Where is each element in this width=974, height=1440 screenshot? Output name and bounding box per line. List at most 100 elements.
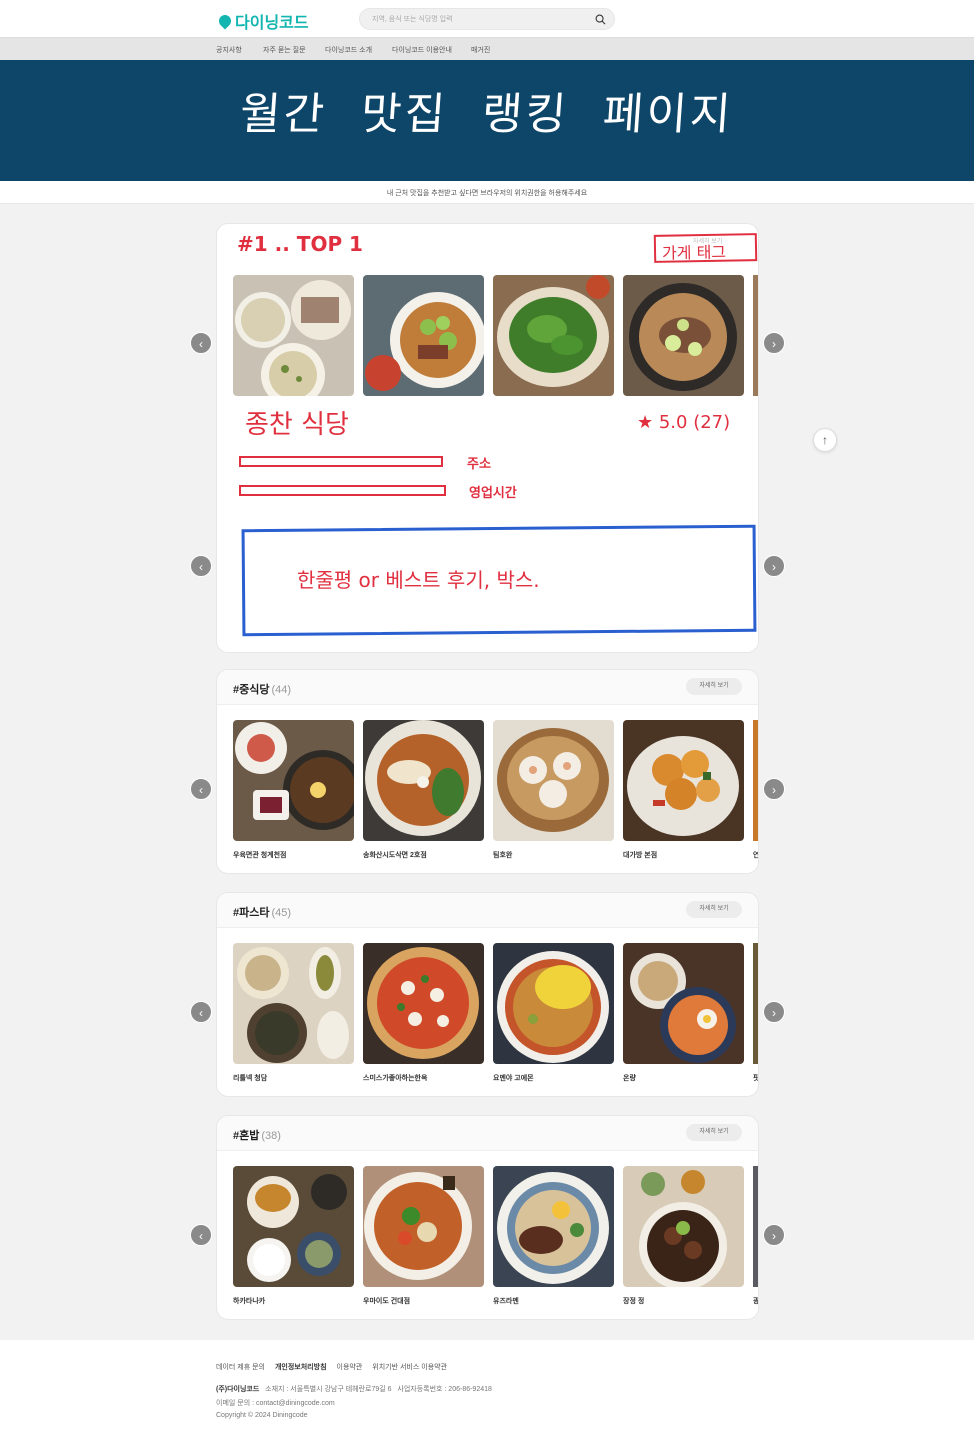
footer-link-data[interactable]: 데이터 제휴 문의 [216,1362,265,1372]
site-header: 다이닝코드 [0,0,974,37]
next-photo-peek [753,720,758,841]
restaurant-name[interactable]: 우육면관 청계천점 [233,850,286,860]
carousel-prev-button[interactable]: ‹ [190,555,212,577]
food-photo[interactable] [623,943,744,1064]
site-footer: 데이터 제휴 문의 개인정보처리방침 이용약관 위치기반 서비스 이용약관 (주… [0,1340,974,1440]
food-photo[interactable] [493,275,614,396]
top1-sketch-card: #1 .. TOP 1 자세히 보기 가게 태그 종찬 식당 ★ 5.0 (27… [216,223,759,653]
nav-about[interactable]: 다이닝코드 소개 [325,45,372,55]
carousel-prev-button[interactable]: ‹ [190,778,212,800]
nav-notice[interactable]: 공지사항 [216,45,242,55]
logo-pin-icon [216,12,234,30]
more-button[interactable]: 자세히 보기 [686,678,742,695]
restaurant-name[interactable]: 온량 [623,1073,636,1083]
carousel-next-button[interactable]: › [763,1224,785,1246]
card-title: #중식당 (44) [233,684,292,696]
category-card-chinese: #중식당 (44) 자세히 보기 우육면관 청계천점 송화산시도삭면 2호점 팀호… [216,669,759,874]
footer-company: (주)다이닝코드 [216,1386,260,1393]
banner-word: 페이지 [601,89,736,140]
restaurant-rating: ★ 5.0 (27) [637,412,731,433]
location-notice: 내 근처 맛집을 추천받고 싶다면 브라우저의 위치권한을 허용해주세요 [0,181,974,204]
restaurant-name[interactable]: 유즈라멘 [493,1296,519,1306]
next-photo-peek [753,943,758,1064]
food-photo[interactable] [233,943,354,1064]
footer-links: 데이터 제휴 문의 개인정보처리방침 이용약관 위치기반 서비스 이용약관 [216,1362,447,1372]
food-photo[interactable] [233,1166,354,1287]
category-card-pasta: #파스타 (45) 자세히 보기 리틀넥 청담 스미스가좋아하는한옥 요멘야 고에… [216,892,759,1097]
restaurant-name[interactable]: 송화산시도삭면 2호점 [363,850,427,860]
nav-faq[interactable]: 자주 묻는 질문 [263,45,306,55]
restaurant-name[interactable]: 연 [753,850,758,860]
carousel-next-button[interactable]: › [763,778,785,800]
card-header: #중식당 (44) 자세히 보기 [217,670,758,705]
card-count: (45) [271,907,292,919]
footer-copyright: Copyright © 2024 Diningcode [216,1412,308,1419]
restaurant-name[interactable]: 리틀넥 청담 [233,1073,267,1083]
footer-address: 소재지 : 서울특별시 강남구 테헤란로79길 6 [265,1386,392,1393]
next-photo-peek [753,275,758,396]
food-photo[interactable] [493,1166,614,1287]
food-photo[interactable] [493,943,614,1064]
card-title: #혼밥 (38) [233,1130,281,1142]
scroll-top-button[interactable]: ↑ [813,428,837,452]
nav-magazine[interactable]: 매거진 [471,45,490,55]
restaurant-name[interactable]: 장정 정 [623,1296,644,1306]
food-photo[interactable] [363,275,484,396]
tag-box: 가게 태그 [653,233,758,263]
banner-title: 월간 맛집 랭킹 페이지 [0,78,974,142]
restaurant-name[interactable]: 팀호완 [493,850,512,860]
hours-line-placeholder [239,485,446,496]
food-photo[interactable] [363,720,484,841]
review-box-label: 한줄평 or 베스트 후기, 박스. [297,568,540,592]
food-photo[interactable] [623,720,744,841]
carousel-prev-button[interactable]: ‹ [190,1001,212,1023]
top-nav: 공지사항 자주 묻는 질문 다이닝코드 소개 다이닝코드 이용안내 매거진 [0,37,974,60]
restaurant-name[interactable]: 스미스가좋아하는한옥 [363,1073,427,1083]
footer-link-privacy[interactable]: 개인정보처리방침 [275,1362,327,1372]
footer-biz-no: 사업자등록번호 : 206-86-92418 [397,1386,492,1393]
restaurant-name[interactable]: 우마이도 건대점 [363,1296,410,1306]
restaurant-name[interactable]: 요멘야 고에몬 [493,1073,534,1083]
search-icon[interactable] [595,14,606,25]
footer-link-terms[interactable]: 이용약관 [337,1362,363,1372]
restaurant-name[interactable]: 하카타나카 [233,1296,265,1306]
banner-word: 맛집 [359,89,450,140]
restaurant-name[interactable]: 핏 [753,1073,758,1083]
nav-guide[interactable]: 다이닝코드 이용안내 [392,45,452,55]
tag-box-label: 가게 태그 [661,242,727,263]
address-line-placeholder [239,456,443,467]
next-photo-peek [753,1166,758,1287]
restaurant-name[interactable]: 광 [753,1296,758,1306]
footer-email: 이메일 문의 : contact@diningcode.com [216,1400,335,1407]
food-photo[interactable] [623,275,744,396]
carousel-next-button[interactable]: › [763,555,785,577]
card-count: (38) [261,1130,281,1142]
card-header: #파스타 (45) 자세히 보기 [217,893,758,928]
address-label: 주소 [467,457,491,472]
footer-company-info: (주)다이닝코드 소재지 : 서울특별시 강남구 테헤란로79길 6 사업자등록… [216,1384,492,1394]
search-input[interactable] [372,12,582,26]
food-photo[interactable] [363,943,484,1064]
food-photo[interactable] [623,1166,744,1287]
food-photo[interactable] [363,1166,484,1287]
logo[interactable]: 다이닝코드 [216,9,309,33]
footer-link-location-terms[interactable]: 위치기반 서비스 이용약관 [372,1362,447,1372]
card-title: #파스타 (45) [233,907,292,919]
more-button[interactable]: 자세히 보기 [686,901,742,918]
food-photo[interactable] [233,720,354,841]
category-card-solo: #혼밥 (38) 자세히 보기 하카타나카 우마이도 건대점 유즈라멘 장정 정 … [216,1115,759,1320]
carousel-prev-button[interactable]: ‹ [190,1224,212,1246]
food-photo[interactable] [233,275,354,396]
sketch-heading: #1 .. TOP 1 [237,232,363,256]
banner-word: 월간 [238,89,329,140]
carousel-next-button[interactable]: › [763,1001,785,1023]
card-count: (44) [271,684,292,696]
restaurant-name: 종찬 식당 [245,410,349,440]
logo-text: 다이닝코드 [235,15,309,32]
carousel-next-button[interactable]: › [763,332,785,354]
search-bar[interactable] [359,8,615,30]
more-button[interactable]: 자세히 보기 [686,1124,742,1141]
restaurant-name[interactable]: 대가방 본점 [623,850,657,860]
food-photo[interactable] [493,720,614,841]
carousel-prev-button[interactable]: ‹ [190,332,212,354]
